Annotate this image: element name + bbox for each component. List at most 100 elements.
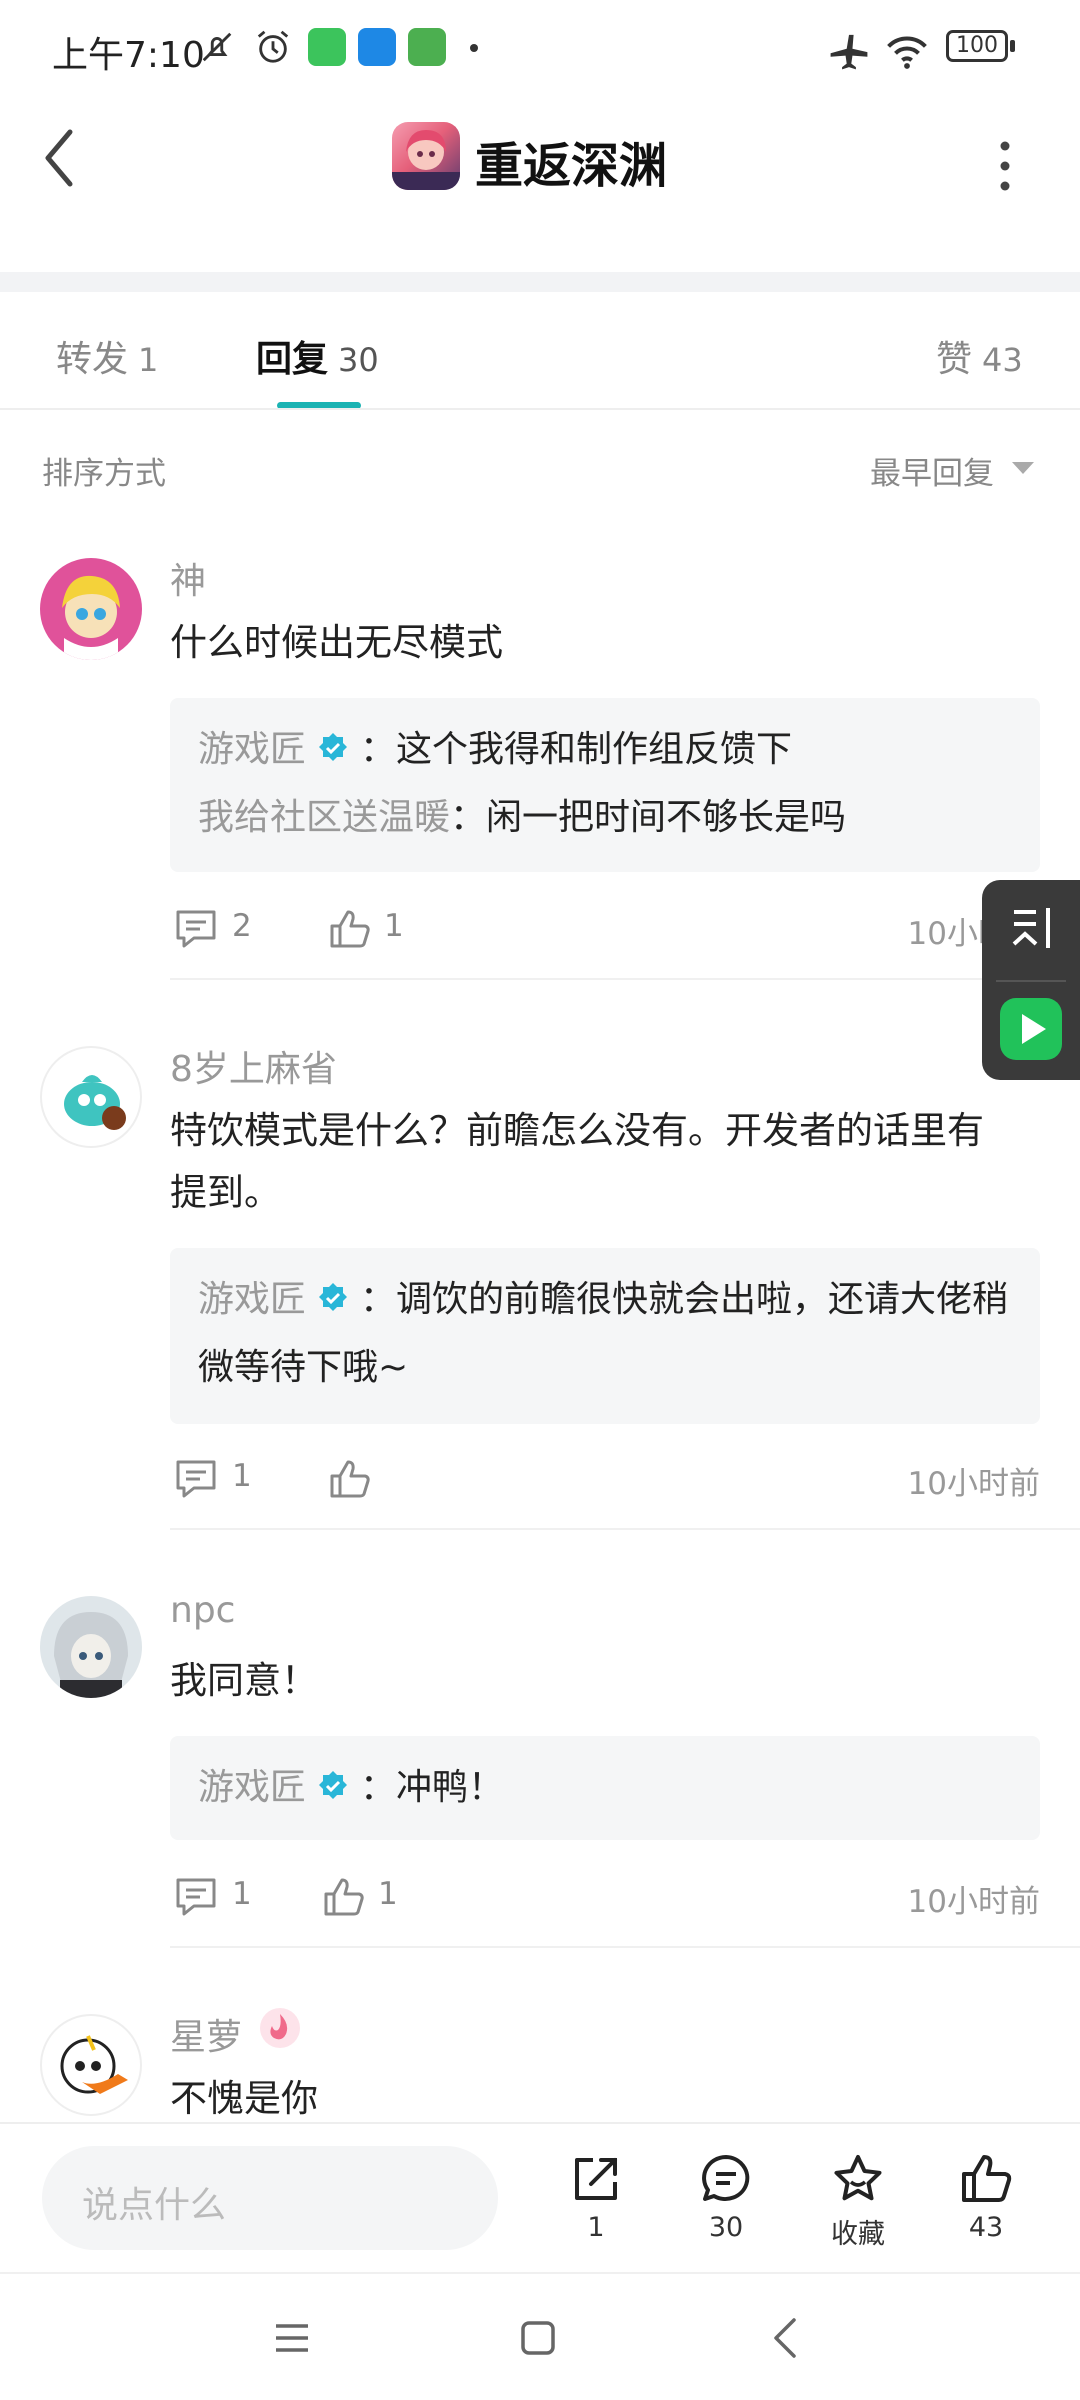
comment-username[interactable]: 8岁上麻省	[170, 1040, 337, 1092]
verified-badge-icon	[319, 1283, 348, 1311]
app-icon-blue	[358, 28, 396, 66]
share-button[interactable]: 1	[546, 2152, 646, 2243]
avatar-art	[60, 2035, 128, 2094]
reply-box[interactable]: 游戏匠 ：这个我得和制作组反馈下 我给社区送温暖：闲一把时间不够长是吗	[170, 698, 1040, 872]
sort-label: 排序方式	[42, 456, 166, 492]
comment-count: 30	[708, 2212, 744, 2243]
comment-icon[interactable]	[174, 1876, 218, 1918]
reply-author[interactable]: 游戏匠	[198, 1767, 306, 1808]
dot-icon	[470, 44, 478, 52]
reply-author[interactable]: 游戏匠	[198, 1279, 306, 1320]
comment-text: 什么时候出无尽模式	[170, 621, 503, 664]
section-divider	[0, 272, 1080, 292]
caret-down-icon[interactable]	[1012, 462, 1034, 474]
tab-forward-count: 1	[138, 341, 159, 379]
thumbs-up-icon	[962, 2155, 1012, 2202]
home-icon[interactable]	[518, 2318, 558, 2358]
bottom-action-bar: 说点什么 1 30 收藏 43	[0, 2122, 1080, 2272]
level-badge-icon	[260, 2008, 300, 2048]
comment-text: 特饮模式是什么？前瞻怎么没有。开发者的话里有提到。	[170, 1109, 984, 1214]
tab-likes[interactable]: 赞 43	[936, 330, 1023, 382]
reply-author[interactable]: 游戏匠	[198, 729, 306, 770]
favorite-label: 收藏	[831, 2219, 885, 2250]
battery-tip	[1010, 40, 1015, 52]
reply-text: ：冲鸭！	[360, 1767, 505, 1808]
avatar[interactable]	[40, 1046, 142, 1148]
comment-username[interactable]: 星萝	[170, 2008, 242, 2060]
title-bar: 重返深渊	[0, 96, 1080, 272]
comment-icon[interactable]	[174, 908, 218, 950]
reply-author[interactable]: 我给社区送温暖	[198, 797, 450, 838]
battery-icon: 100	[946, 30, 1008, 62]
menu-icon[interactable]	[272, 2318, 312, 2358]
reply-text: ：闲一把时间不够长是吗	[450, 797, 847, 838]
comment-divider	[170, 1946, 1080, 1948]
verified-badge-icon	[319, 1771, 348, 1799]
comment-divider	[170, 978, 1080, 980]
comment-divider	[170, 1528, 1080, 1530]
system-nav-bar	[0, 2272, 1080, 2400]
comment-text: 不愧是你	[170, 2077, 318, 2120]
comment-time: 10小时前	[907, 1884, 1040, 1920]
comment-button[interactable]: 30	[676, 2152, 776, 2243]
avatar-art	[54, 1612, 128, 1698]
tab-forward-label: 转发	[56, 339, 129, 380]
like-icon[interactable]	[328, 1458, 372, 1500]
reply-line: 游戏匠 ：调饮的前瞻很快就会出啦，还请大佬稍微等待下哦~	[198, 1266, 1012, 1402]
avatar[interactable]	[40, 1596, 142, 1698]
tab-replies-label: 回复	[256, 339, 329, 380]
reply-line: 我给社区送温暖：闲一把时间不够长是吗	[198, 784, 1012, 852]
comment-actions: 1 10小时前	[170, 1454, 1040, 1504]
sort-dropdown[interactable]: 最早回复	[870, 448, 994, 493]
collapse-icon[interactable]	[1006, 902, 1058, 954]
widget-divider	[996, 980, 1066, 982]
comment-text: 我同意！	[170, 1659, 318, 1702]
tab-forward[interactable]: 转发 1	[56, 330, 158, 382]
page-title: 重返深渊	[475, 138, 668, 194]
battery-level: 100	[956, 33, 998, 58]
like-button[interactable]: 43	[936, 2152, 1036, 2243]
like-count: 1	[378, 1876, 398, 1912]
tab-likes-label: 赞	[936, 339, 973, 380]
tab-replies[interactable]: 回复 30	[256, 330, 379, 382]
tab-replies-count: 30	[338, 341, 379, 379]
avatar-art	[64, 1075, 126, 1130]
comment-username[interactable]: npc	[170, 1590, 235, 1631]
share-icon	[575, 2158, 617, 2200]
reply-line: 游戏匠 ：这个我得和制作组反馈下	[198, 716, 1012, 784]
mute-icon	[202, 32, 232, 62]
status-bar: 上午7:10 100	[0, 0, 1080, 96]
comment-actions: 1 1 10小时前	[170, 1872, 1040, 1922]
airplane-icon	[830, 34, 868, 70]
like-icon[interactable]	[322, 1876, 366, 1918]
avatar[interactable]	[40, 2014, 142, 2116]
avatar[interactable]	[40, 558, 142, 660]
verified-badge-icon	[319, 733, 348, 761]
tab-likes-count: 43	[982, 341, 1023, 379]
comment-actions: 2 1 10小时前	[170, 904, 1040, 954]
tab-divider	[0, 408, 1080, 410]
comment-bubble-icon	[702, 2155, 750, 2201]
floating-widget	[982, 880, 1080, 1080]
back-arrow-icon[interactable]	[40, 126, 80, 190]
like-icon[interactable]	[328, 908, 372, 950]
comment-time: 10小时前	[907, 1466, 1040, 1502]
game-avatar-art	[392, 130, 460, 190]
avatar-art	[62, 575, 120, 660]
reply-box[interactable]: 游戏匠 ：调饮的前瞻很快就会出啦，还请大佬稍微等待下哦~	[170, 1248, 1040, 1424]
comment-username[interactable]: 神	[170, 552, 206, 604]
wifi-icon	[887, 36, 927, 69]
nav-back-icon[interactable]	[766, 2316, 806, 2360]
play-app-icon[interactable]	[998, 996, 1064, 1062]
reply-count: 1	[232, 1876, 252, 1912]
favorite-button[interactable]: 收藏	[808, 2152, 908, 2251]
like-total: 43	[968, 2212, 1004, 2243]
reply-box[interactable]: 游戏匠 ：冲鸭！	[170, 1736, 1040, 1840]
alarm-icon	[257, 30, 289, 63]
comment-input[interactable]: 说点什么	[42, 2146, 498, 2250]
status-time: 上午7:10	[52, 35, 205, 76]
game-avatar[interactable]	[392, 122, 460, 190]
more-vertical-icon[interactable]	[990, 136, 1020, 196]
reply-count: 2	[232, 908, 252, 944]
comment-icon[interactable]	[174, 1458, 218, 1500]
